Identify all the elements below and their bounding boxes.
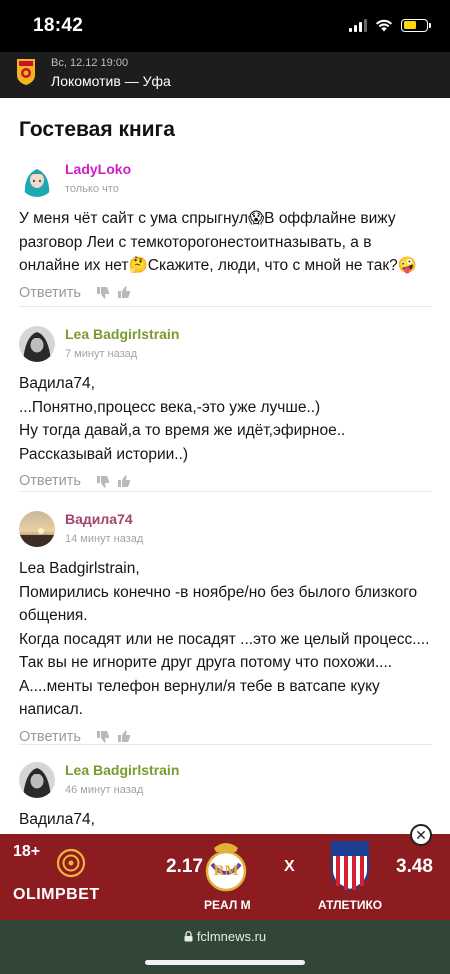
comment-text: У меня чёт сайт с ума спрыгнул😱В оффлайн… — [19, 210, 418, 274]
lock-icon — [184, 929, 193, 944]
comment-text: Lea Badgirlstrain, Помирились конечно -в… — [19, 560, 430, 718]
comment: Lea Badgirlstrain 46 минут назад Вадила7… — [19, 762, 432, 832]
comment: Вадила74 14 минут назад Lea Badgirlstrai… — [19, 511, 432, 748]
ad-banner[interactable]: 18+ OLIMPBET 2.17 RM X 3.48 РЕАЛ М АТЛЕТ… — [0, 834, 450, 920]
comment-text: Вадила74, ...Понятно,процесс века,-это у… — [19, 375, 346, 463]
comment-actions: Ответить — [19, 282, 432, 304]
versus-label: X — [284, 858, 295, 875]
odds-away[interactable]: 3.48 — [396, 856, 433, 878]
avatar[interactable] — [19, 326, 55, 362]
match-date: Вс, 12.12 19:00 — [51, 57, 129, 69]
svg-text:RM: RM — [213, 864, 238, 879]
status-icons — [349, 18, 431, 32]
signal-icon — [349, 18, 367, 32]
team-away: АТЛЕТИКО — [318, 898, 383, 912]
like-icon[interactable] — [117, 474, 131, 488]
page-title: Гостевая книга — [19, 118, 175, 141]
age-badge: 18+ — [13, 843, 41, 860]
real-madrid-crest-icon: RM — [205, 843, 247, 892]
dislike-icon[interactable] — [96, 730, 110, 743]
reply-button[interactable]: Ответить — [19, 729, 81, 745]
comment-time: 46 минут назад — [65, 784, 144, 796]
comment-header: Lea Badgirlstrain 46 минут назад — [19, 762, 432, 808]
match-header[interactable]: Вс, 12.12 19:00 Локомотив — Уфа — [0, 52, 450, 98]
comment-header: LadyLoko только что — [19, 161, 432, 207]
browser-url-bar[interactable]: fclmnews.ru — [0, 920, 450, 974]
avatar[interactable] — [19, 762, 55, 798]
odds-home[interactable]: 2.17 — [166, 856, 203, 878]
divider — [19, 744, 432, 745]
comment-header: Вадила74 14 минут назад — [19, 511, 432, 557]
wifi-icon — [376, 19, 392, 32]
divider — [19, 306, 432, 307]
vote-buttons — [96, 474, 131, 488]
comment-actions: Ответить — [19, 470, 432, 492]
team-home: РЕАЛ М — [204, 898, 251, 912]
comment-author[interactable]: Вадила74 — [65, 511, 133, 527]
battery-icon — [401, 18, 431, 32]
comment: Lea Badgirlstrain 7 минут назад Вадила74… — [19, 326, 432, 492]
url-display[interactable]: fclmnews.ru — [0, 929, 450, 944]
comment: LadyLoko только что У меня чёт сайт с ум… — [19, 161, 432, 304]
vote-buttons — [96, 730, 131, 743]
vote-buttons — [96, 286, 131, 299]
comment-time: 14 минут назад — [65, 533, 144, 545]
dislike-icon[interactable] — [96, 286, 110, 299]
url-text: fclmnews.ru — [196, 929, 267, 944]
avatar[interactable] — [19, 511, 55, 547]
comment-header: Lea Badgirlstrain 7 минут назад — [19, 326, 432, 372]
divider — [19, 491, 432, 492]
status-bar: 18:42 — [0, 0, 450, 52]
avatar[interactable] — [19, 161, 55, 197]
olimpbet-emblem-icon — [56, 848, 86, 878]
like-icon[interactable] — [117, 286, 131, 299]
comment-time: 7 минут назад — [65, 348, 138, 360]
club-logo — [17, 59, 35, 85]
status-time: 18:42 — [33, 15, 84, 36]
comment-author[interactable]: LadyLoko — [65, 161, 131, 177]
reply-button[interactable]: Ответить — [19, 473, 81, 489]
reply-button[interactable]: Ответить — [19, 285, 81, 301]
like-icon[interactable] — [117, 730, 131, 743]
comment-author[interactable]: Lea Badgirlstrain — [65, 762, 179, 778]
guestbook: Гостевая книга LadyLoko только что У мен… — [0, 98, 450, 834]
close-icon[interactable]: ✕ — [410, 824, 432, 846]
comment-author[interactable]: Lea Badgirlstrain — [65, 326, 179, 342]
comment-text: Вадила74, — [19, 811, 95, 828]
atletico-crest-icon — [331, 841, 369, 892]
comment-time: только что — [65, 183, 119, 195]
match-title: Локомотив — Уфа — [51, 73, 171, 89]
dislike-icon[interactable] — [96, 475, 110, 488]
home-indicator[interactable] — [145, 960, 305, 965]
olimpbet-logo: OLIMPBET — [13, 886, 100, 903]
